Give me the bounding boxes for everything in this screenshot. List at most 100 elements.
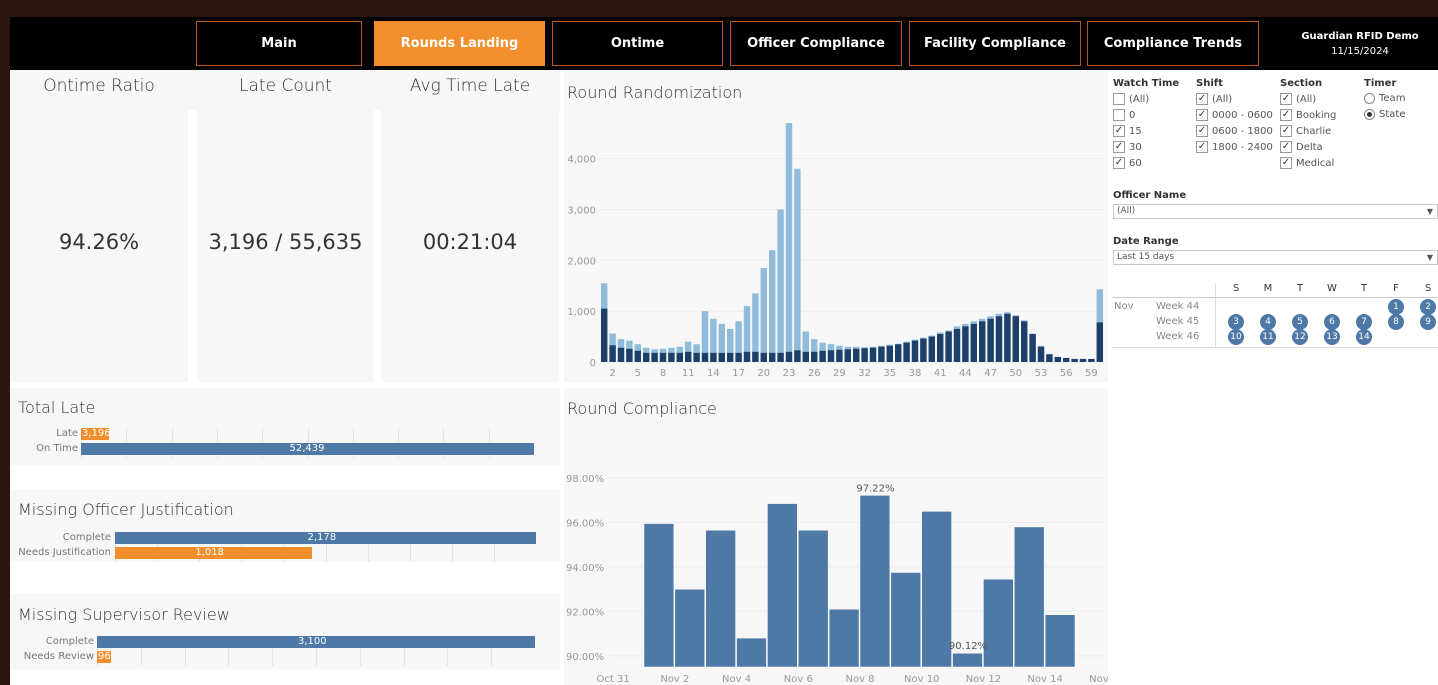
- section-option[interactable]: ✓ Charlie: [1280, 125, 1331, 137]
- bar-segment[interactable]: [886, 345, 893, 362]
- compliance-bar[interactable]: [674, 588, 705, 668]
- calendar-day[interactable]: 5: [1292, 314, 1308, 330]
- bar-segment[interactable]: [861, 348, 868, 362]
- bar-segment[interactable]: [743, 351, 751, 362]
- calendar-day[interactable]: 9: [1420, 314, 1436, 330]
- bar-total[interactable]: [794, 168, 801, 362]
- checkbox[interactable]: ✓: [1280, 125, 1292, 137]
- calendar-day[interactable]: 10: [1228, 329, 1244, 345]
- bar-segment[interactable]: [1004, 313, 1011, 362]
- bar-segment[interactable]: [979, 321, 986, 362]
- bar-segment[interactable]: [718, 352, 725, 362]
- bar-total[interactable]: [785, 123, 793, 362]
- section-option[interactable]: ✓ Booking: [1280, 109, 1336, 121]
- bar-segment[interactable]: [836, 349, 843, 362]
- bar-segment[interactable]: [760, 352, 767, 362]
- shift-option[interactable]: ✓ 0000 - 0600: [1196, 109, 1273, 121]
- bar-segment[interactable]: [1054, 356, 1061, 362]
- checkbox[interactable]: ✓: [1196, 141, 1208, 153]
- bar-segment[interactable]: [995, 316, 1003, 362]
- bar-segment[interactable]: [643, 352, 650, 362]
- checkbox[interactable]: [1113, 93, 1125, 105]
- calendar-day[interactable]: 7: [1356, 314, 1372, 330]
- watch-time-option[interactable]: ✓ 60: [1113, 157, 1142, 169]
- checkbox[interactable]: ✓: [1113, 141, 1125, 153]
- checkbox[interactable]: ✓: [1113, 125, 1125, 137]
- bar-segment[interactable]: [1021, 321, 1028, 362]
- watch-time-option[interactable]: ✓ 15: [1113, 125, 1142, 137]
- compliance-bar[interactable]: [983, 578, 1014, 668]
- calendar-day[interactable]: 1: [1388, 299, 1404, 315]
- bar-segment[interactable]: [802, 351, 809, 362]
- bar-segment[interactable]: [878, 346, 885, 362]
- bar-segment[interactable]: [1088, 358, 1095, 362]
- compliance-bar[interactable]: [828, 608, 860, 668]
- date-range-dropdown[interactable]: Last 15 days ▼: [1113, 250, 1438, 265]
- bar-segment[interactable]: [609, 345, 616, 362]
- watch-time-option[interactable]: (All): [1113, 93, 1149, 105]
- compliance-bar[interactable]: [643, 523, 675, 668]
- bar-segment[interactable]: [668, 352, 675, 362]
- compliance-bar[interactable]: [1014, 526, 1045, 668]
- bar-segment[interactable]: [785, 351, 793, 362]
- bar-segment[interactable]: [1046, 354, 1053, 362]
- compliance-bar[interactable]: [890, 572, 921, 668]
- bar-segment[interactable]: [903, 342, 910, 362]
- bar-segment[interactable]: [676, 352, 683, 362]
- bar-segment[interactable]: [945, 331, 952, 363]
- calendar-day[interactable]: 3: [1228, 314, 1244, 330]
- bar-segment[interactable]: [819, 350, 826, 362]
- calendar-day[interactable]: 12: [1292, 329, 1308, 345]
- bar-segment[interactable]: [651, 352, 658, 362]
- calendar-day[interactable]: 11: [1260, 329, 1276, 345]
- shift-option[interactable]: ✓ 1800 - 2400: [1196, 141, 1273, 153]
- bar-segment[interactable]: [1063, 357, 1070, 362]
- bar-segment[interactable]: [970, 323, 977, 362]
- bar-segment[interactable]: [659, 352, 667, 362]
- radio-button[interactable]: [1364, 109, 1375, 120]
- calendar-day[interactable]: 4: [1260, 314, 1276, 330]
- bar-segment[interactable]: [685, 351, 692, 362]
- bar-segment[interactable]: [1079, 358, 1087, 362]
- section-option[interactable]: ✓ (All): [1280, 93, 1316, 105]
- bar-segment[interactable]: [769, 352, 776, 362]
- compliance-bar[interactable]: [767, 503, 798, 668]
- checkbox[interactable]: ✓: [1280, 157, 1292, 169]
- watch-time-option[interactable]: 0: [1113, 109, 1135, 121]
- compliance-bar[interactable]: [859, 495, 891, 668]
- tab-facility-compliance[interactable]: Facility Compliance: [909, 21, 1081, 66]
- compliance-bar[interactable]: [952, 652, 983, 668]
- calendar-day[interactable]: 13: [1324, 329, 1340, 345]
- bar-segment[interactable]: [895, 344, 902, 362]
- calendar-day[interactable]: 8: [1388, 314, 1404, 330]
- compliance-bar[interactable]: [736, 637, 767, 668]
- bar-total[interactable]: [752, 293, 759, 362]
- bar-segment[interactable]: [1012, 316, 1019, 362]
- bar-segment[interactable]: [1071, 358, 1078, 362]
- bar-segment[interactable]: [853, 348, 860, 362]
- tab-ontime[interactable]: Ontime: [552, 21, 723, 66]
- bar-segment[interactable]: [752, 351, 759, 362]
- bar-segment[interactable]: [869, 347, 877, 362]
- bar-segment[interactable]: [1037, 346, 1045, 362]
- checkbox[interactable]: [1113, 109, 1125, 121]
- checkbox[interactable]: ✓: [1113, 157, 1125, 169]
- timer-option[interactable]: Team: [1364, 93, 1405, 104]
- bar-segment[interactable]: [827, 350, 835, 362]
- calendar-day[interactable]: 14: [1356, 329, 1372, 345]
- tab-compliance-trends[interactable]: Compliance Trends: [1087, 21, 1259, 66]
- checkbox[interactable]: ✓: [1196, 109, 1208, 121]
- bar-segment[interactable]: [727, 352, 734, 362]
- compliance-bar[interactable]: [1044, 614, 1076, 668]
- bar-segment[interactable]: [1029, 334, 1036, 362]
- bar-segment[interactable]: [962, 326, 969, 362]
- checkbox[interactable]: ✓: [1280, 141, 1292, 153]
- bar-segment[interactable]: [710, 352, 717, 362]
- bar-segment[interactable]: [987, 318, 994, 362]
- bar-segment[interactable]: [920, 338, 927, 362]
- compliance-bar[interactable]: [798, 530, 829, 668]
- bar-segment[interactable]: [928, 336, 935, 362]
- bar-segment[interactable]: [811, 351, 818, 362]
- bar-segment[interactable]: [794, 350, 801, 362]
- calendar-day[interactable]: 2: [1420, 299, 1436, 315]
